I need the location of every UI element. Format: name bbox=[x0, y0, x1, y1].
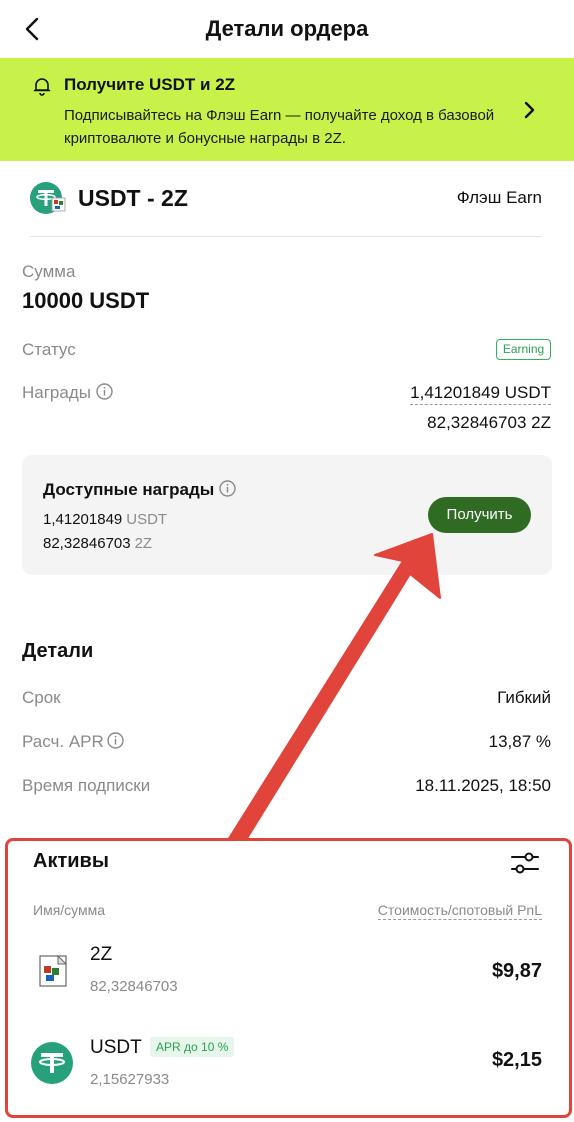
status-badge: Earning bbox=[496, 339, 551, 360]
subscription-time-label: Время подписки bbox=[22, 776, 151, 795]
term-value: Гибкий bbox=[497, 688, 551, 707]
asset-amount: 82,32846703 bbox=[90, 978, 178, 995]
available-2z-amount: 82,32846703 bbox=[43, 535, 131, 552]
term-label: Срок bbox=[22, 688, 61, 707]
header: Детали ордера bbox=[0, 0, 574, 58]
divider bbox=[30, 236, 542, 237]
details-title: Детали bbox=[22, 640, 94, 662]
info-icon[interactable] bbox=[219, 480, 237, 497]
usdt-token-icon bbox=[31, 1042, 73, 1084]
banner-text: Подписывайтесь на Флэш Earn — получайте … bbox=[64, 107, 495, 147]
asset-amount: 2,15627933 bbox=[90, 1071, 170, 1088]
info-icon[interactable] bbox=[107, 732, 124, 749]
filter-icon[interactable] bbox=[510, 850, 540, 876]
asset-name: USDT bbox=[90, 1037, 142, 1058]
available-2z: 82,32846703 2Z bbox=[43, 535, 152, 552]
column-header-value[interactable]: Стоимость/спотовый PnL bbox=[377, 902, 542, 920]
product-row: USDT - 2Z Флэш Earn bbox=[30, 178, 542, 222]
rewards-usdt-value[interactable]: 1,41201849 USDT bbox=[410, 383, 551, 405]
apr-label-row: Расч. APR bbox=[22, 732, 124, 752]
asset-row-2z[interactable]: 2Z 82,32846703 $9,87 bbox=[30, 944, 545, 1004]
bell-icon bbox=[33, 78, 51, 96]
available-rewards-title-row: Доступные награды bbox=[43, 480, 237, 500]
asset-value: $9,87 bbox=[491, 960, 542, 982]
usdt-2z-pair-icon bbox=[30, 182, 66, 214]
rewards-usdt-text: 1,41201849 USDT bbox=[410, 383, 551, 405]
banner-title: Получите USDT и 2Z bbox=[64, 75, 236, 94]
rewards-label-row: Награды bbox=[22, 383, 113, 403]
claim-button[interactable]: Получить bbox=[428, 497, 531, 533]
amount-value: 10000 USDT bbox=[22, 288, 150, 313]
apr-value: 13,87 % bbox=[488, 732, 551, 751]
rewards-2z-value: 82,32846703 2Z bbox=[427, 413, 551, 432]
asset-value: $2,15 bbox=[491, 1049, 542, 1071]
available-usdt-unit: USDT bbox=[126, 511, 168, 528]
assets-title: Активы bbox=[33, 850, 109, 872]
available-usdt: 1,41201849 USDT bbox=[43, 511, 167, 528]
apr-tag: APR до 10 % bbox=[150, 1037, 235, 1057]
asset-row-usdt[interactable]: USDT APR до 10 % 2,15627933 $2,15 bbox=[30, 1037, 545, 1097]
available-rewards-card: Доступные награды 1,41201849 USDT 82,3284… bbox=[22, 455, 552, 575]
rewards-label: Награды bbox=[22, 383, 91, 402]
available-rewards-title: Доступные награды bbox=[43, 480, 215, 499]
status-label: Статус bbox=[22, 340, 76, 359]
asset-name: 2Z bbox=[90, 944, 113, 965]
amount-label: Сумма bbox=[22, 262, 76, 281]
available-2z-unit: 2Z bbox=[134, 535, 153, 552]
apr-label: Расч. APR bbox=[22, 732, 104, 751]
page-title: Детали ордера bbox=[205, 16, 369, 41]
column-header-name: Имя/сумма bbox=[33, 902, 106, 918]
chevron-right-icon[interactable] bbox=[520, 100, 538, 120]
info-icon[interactable] bbox=[96, 383, 113, 400]
subscription-time-value: 18.11.2025, 18:50 bbox=[415, 776, 551, 795]
product-name: USDT - 2Z bbox=[78, 185, 188, 211]
2z-token-icon bbox=[39, 954, 68, 987]
available-usdt-amount: 1,41201849 bbox=[43, 511, 123, 528]
product-type: Флэш Earn bbox=[456, 188, 542, 207]
